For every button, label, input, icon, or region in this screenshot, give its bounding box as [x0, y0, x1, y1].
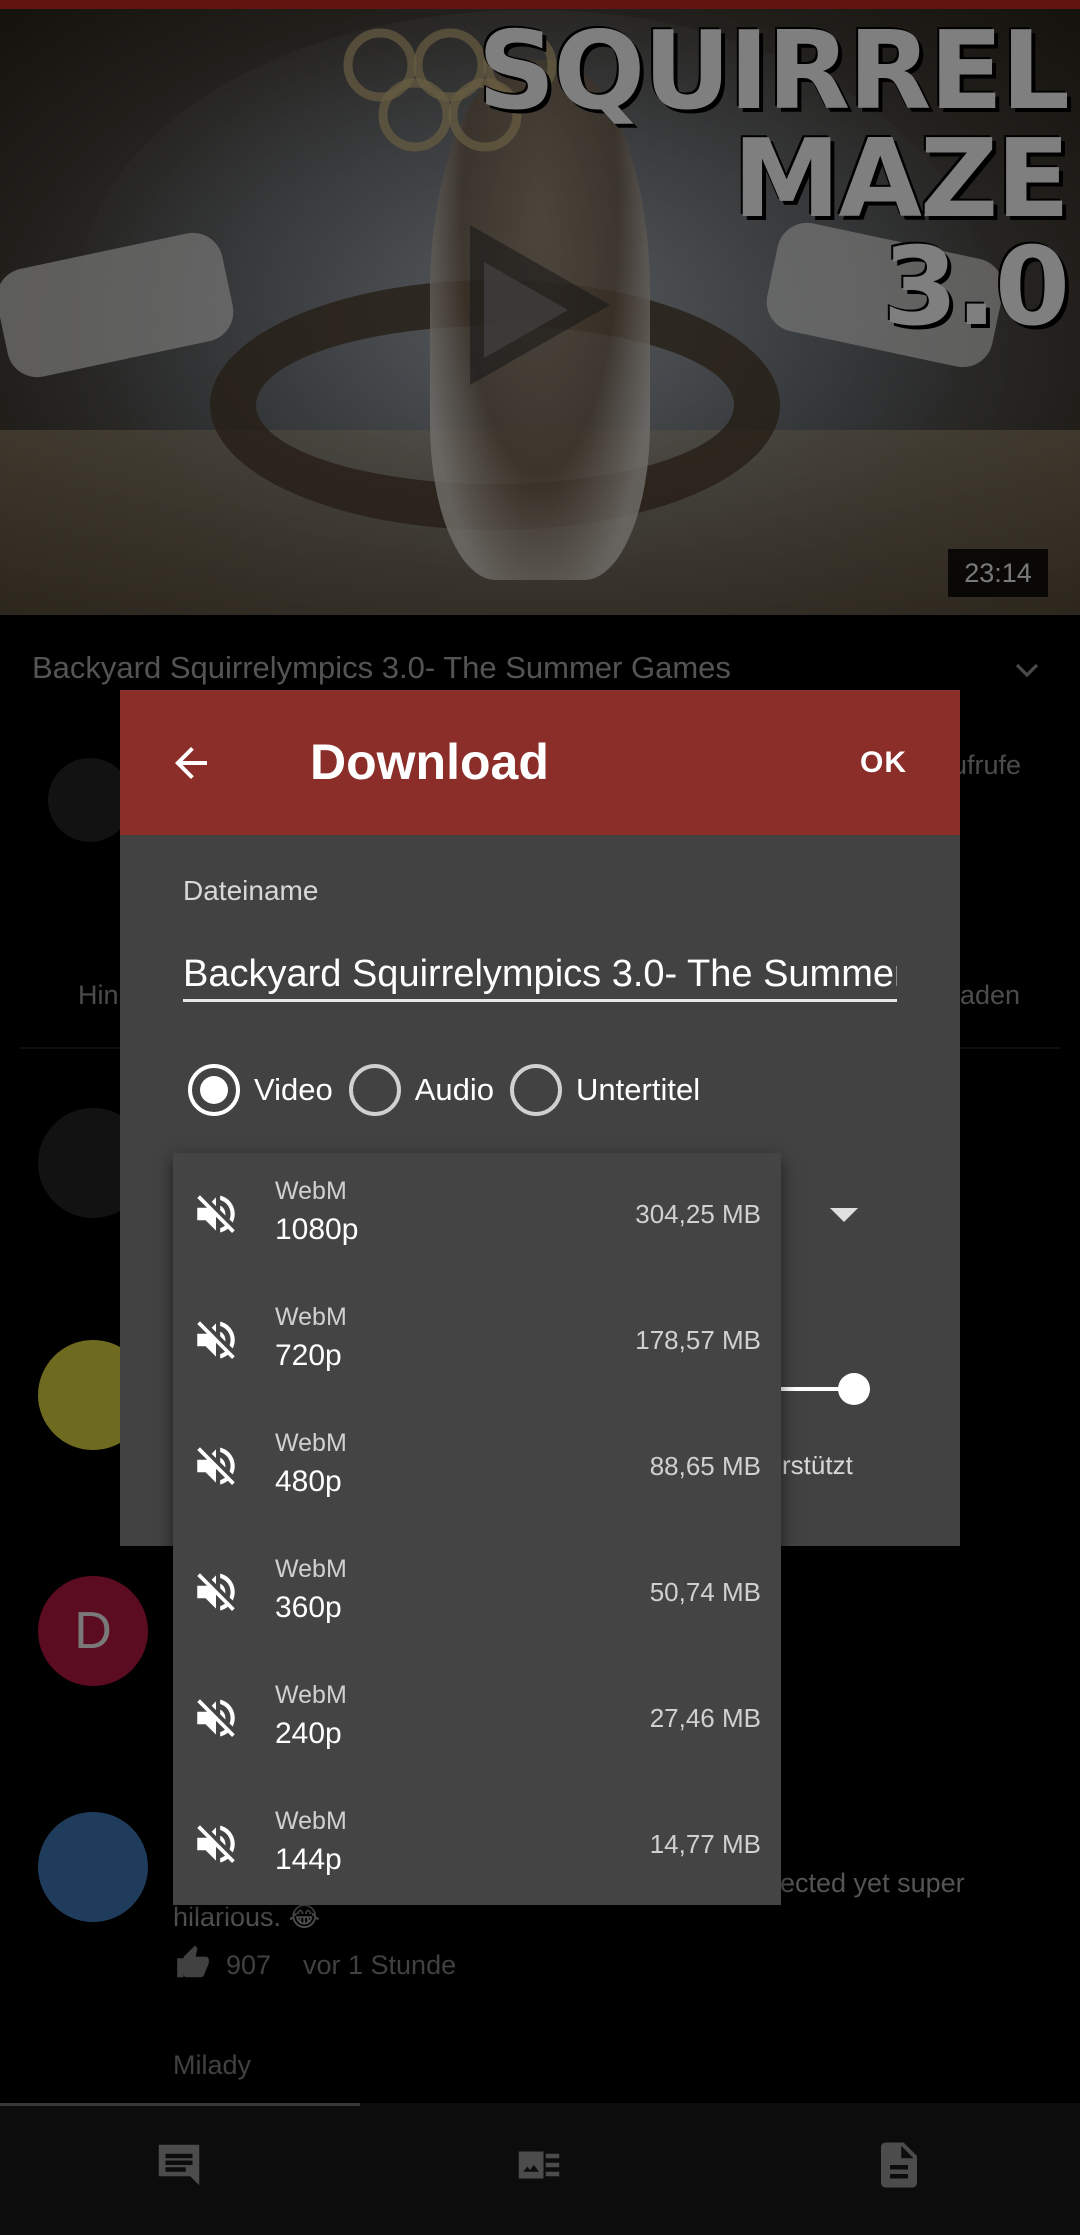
radio-subtitles-label: Untertitel: [576, 1072, 701, 1107]
dropdown-arrow-icon[interactable]: [830, 1208, 858, 1222]
volume-off-icon: [197, 1573, 235, 1611]
resolution-label: 240p: [275, 1717, 342, 1750]
file-size: 304,25 MB: [635, 1199, 761, 1229]
format-label: WebM: [275, 1429, 347, 1457]
radio-audio[interactable]: Audio: [348, 1064, 495, 1116]
format-label: WebM: [275, 1303, 347, 1331]
resolution-label: 720p: [275, 1339, 342, 1372]
volume-off-icon: [197, 1825, 235, 1863]
volume-off-icon: [197, 1195, 235, 1233]
dialog-header: Download OK: [120, 690, 960, 835]
format-label: WebM: [275, 1807, 347, 1835]
file-size: 88,65 MB: [649, 1451, 761, 1481]
format-label: WebM: [275, 1555, 347, 1583]
quality-dropdown-list: WebM 1080p 304,25 MB WebM 720p 178,57 MB…: [173, 1153, 781, 1905]
volume-off-icon: [197, 1321, 235, 1359]
quality-option[interactable]: WebM 240p 27,46 MB: [173, 1657, 781, 1783]
quality-option[interactable]: WebM 720p 178,57 MB: [173, 1279, 781, 1405]
file-size: 178,57 MB: [635, 1325, 761, 1355]
quality-option[interactable]: WebM 1080p 304,25 MB: [173, 1153, 781, 1279]
volume-off-icon: [197, 1447, 235, 1485]
ok-button[interactable]: OK: [860, 740, 907, 786]
radio-audio-label: Audio: [414, 1072, 495, 1107]
support-note-partial: rstützt: [782, 1450, 853, 1480]
radio-unchecked-icon: [348, 1064, 401, 1116]
radio-video-label: Video: [254, 1072, 333, 1107]
resolution-label: 1080p: [275, 1213, 359, 1246]
radio-video[interactable]: Video: [188, 1064, 333, 1116]
resolution-label: 360p: [275, 1591, 342, 1624]
dialog-title: Download: [310, 734, 549, 790]
resolution-label: 144p: [275, 1843, 342, 1876]
quality-option[interactable]: WebM 480p 88,65 MB: [173, 1405, 781, 1531]
filename-input[interactable]: Backyard Squirrelympics 3.0- The Summer …: [183, 952, 897, 1002]
volume-off-icon: [197, 1699, 235, 1737]
file-size: 14,77 MB: [649, 1829, 761, 1859]
type-radio-group: Video Audio Untertitel: [188, 1062, 716, 1118]
back-button[interactable]: [160, 732, 222, 794]
file-size: 27,46 MB: [649, 1703, 761, 1733]
radio-subtitles[interactable]: Untertitel: [510, 1064, 700, 1116]
resolution-label: 480p: [275, 1465, 342, 1498]
arrow-back-icon: [175, 747, 207, 779]
format-label: WebM: [275, 1177, 347, 1205]
quality-option[interactable]: WebM 360p 50,74 MB: [173, 1531, 781, 1657]
radio-checked-icon: [188, 1064, 240, 1116]
threads-slider-knob[interactable]: [838, 1373, 870, 1405]
quality-option[interactable]: WebM 144p 14,77 MB: [173, 1783, 781, 1909]
filename-label: Dateiname: [183, 875, 319, 906]
file-size: 50,74 MB: [649, 1577, 761, 1607]
radio-unchecked-icon: [510, 1064, 563, 1116]
format-label: WebM: [275, 1681, 347, 1709]
